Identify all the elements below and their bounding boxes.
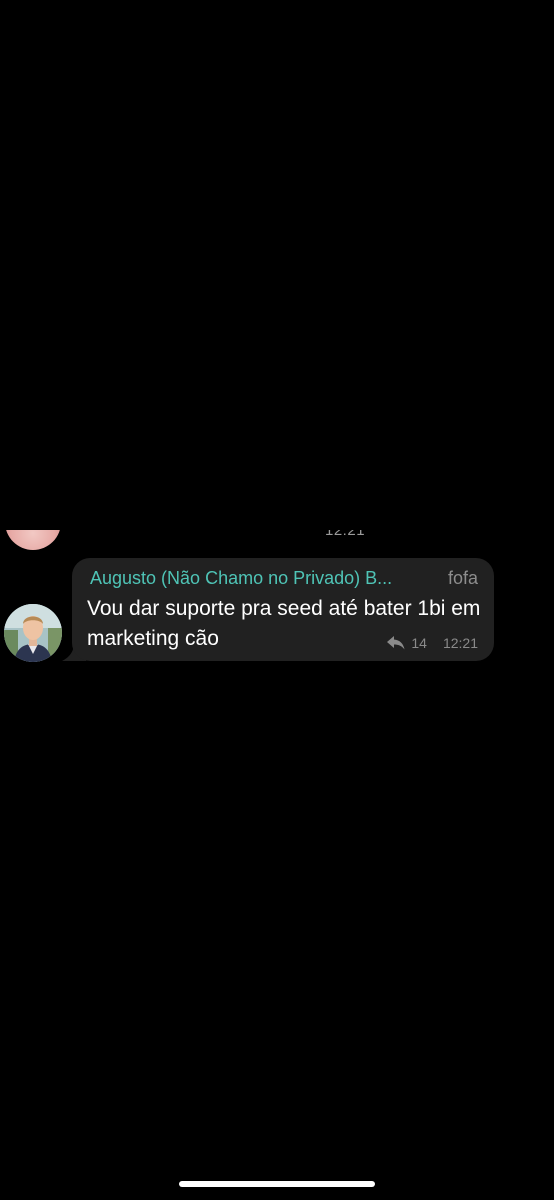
avatar-photo	[4, 604, 62, 662]
message-meta: 14 12:21	[387, 634, 478, 652]
sender-name[interactable]: Augusto (Não Chamo no Privado) B...	[90, 567, 392, 589]
home-indicator[interactable]	[179, 1181, 375, 1187]
reply-count[interactable]: 14	[411, 634, 427, 652]
message-bubble[interactable]: Augusto (Não Chamo no Privado) B... fofa…	[72, 558, 494, 661]
reply-arrow-icon[interactable]	[387, 636, 405, 650]
chat-area: 12:21 Augusto (Não Chamo no Privado) B..…	[0, 0, 554, 1200]
sender-row: Augusto (Não Chamo no Privado) B... fofa	[90, 567, 486, 589]
previous-sender-avatar[interactable]	[5, 530, 61, 550]
message-time: 12:21	[442, 635, 478, 651]
previous-message-clipped: 12:21	[0, 530, 554, 552]
sender-avatar[interactable]	[4, 604, 62, 662]
previous-message-time: 12:21	[325, 530, 366, 539]
sender-tag: fofa	[447, 568, 478, 588]
